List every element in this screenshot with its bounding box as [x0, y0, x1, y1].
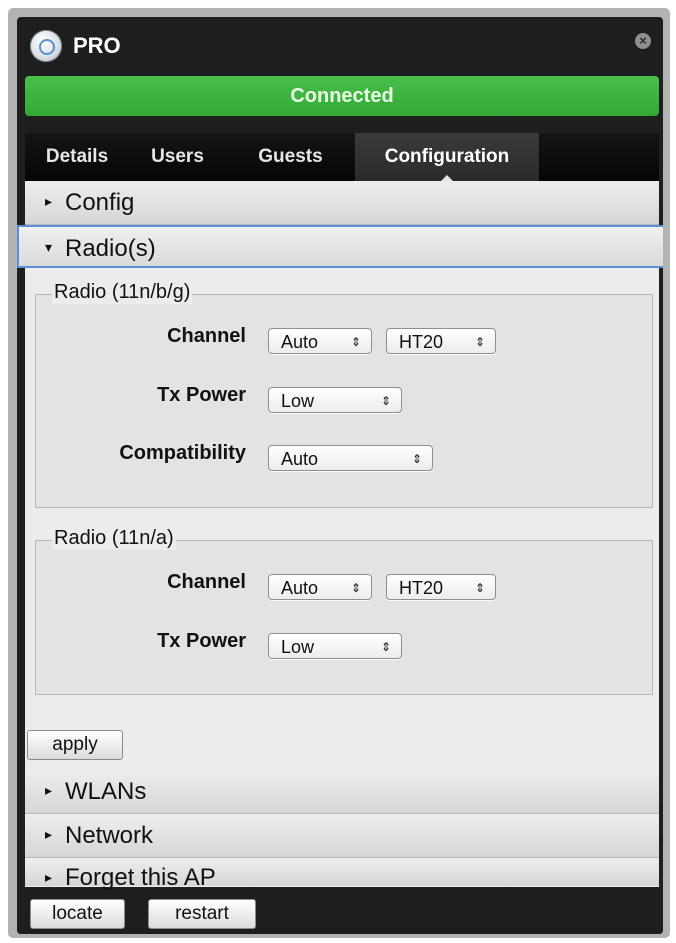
- expand-arrow-icon: ▸: [45, 782, 53, 799]
- compatibility-select-value: Auto: [281, 449, 319, 469]
- section-wlans-label: WLANs: [65, 778, 147, 805]
- expand-arrow-icon: ▸: [45, 193, 53, 210]
- radio-a-group: Radio (11n/a) Channel Auto ⇕ HT20 ⇕ Tx Pow…: [35, 527, 653, 695]
- channel-select-value: Auto: [281, 332, 319, 352]
- channel-label: Channel: [167, 571, 246, 593]
- stepper-icon: ⇕: [411, 452, 422, 466]
- tab-configuration[interactable]: Configuration: [355, 133, 539, 182]
- connection-status-bar: Connected: [25, 76, 659, 116]
- stepper-icon: ⇕: [474, 335, 485, 349]
- tab-users[interactable]: Users: [129, 133, 226, 181]
- channel-select-value: Auto: [281, 578, 319, 598]
- ubiquiti-logo-icon: [30, 30, 62, 62]
- device-name: PRO: [73, 33, 121, 58]
- stepper-icon: ⇕: [474, 581, 485, 595]
- stepper-icon: ⇕: [380, 640, 391, 654]
- tab-details[interactable]: Details: [25, 133, 129, 181]
- radio-a-legend: Radio (11n/a): [52, 527, 176, 550]
- tx-power-select[interactable]: Low ⇕: [268, 387, 402, 413]
- section-network[interactable]: ▸ Network: [25, 814, 659, 858]
- channel-width-select[interactable]: HT20 ⇕: [386, 328, 496, 354]
- tab-bar: Details Users Guests Configuration: [25, 133, 659, 182]
- channel-select[interactable]: Auto ⇕: [268, 574, 372, 600]
- channel-width-select-value: HT20: [399, 332, 444, 352]
- collapse-arrow-icon: ▾: [45, 239, 53, 256]
- section-config-label: Config: [65, 189, 135, 216]
- device-panel: PRO × Connected Details Users Guests Con…: [17, 17, 663, 934]
- close-icon[interactable]: ×: [635, 33, 651, 49]
- configuration-panel: ▸ Config ▾ Radio(s) Radio (11n/b/g) Channe…: [17, 181, 663, 891]
- tx-power-select-value: Low: [281, 391, 315, 411]
- tx-power-select-value: Low: [281, 637, 315, 657]
- compatibility-select[interactable]: Auto ⇕: [268, 445, 433, 471]
- section-radios[interactable]: ▾ Radio(s): [17, 225, 663, 268]
- expand-arrow-icon: ▸: [45, 826, 53, 843]
- channel-select[interactable]: Auto ⇕: [268, 328, 372, 354]
- tx-power-label: Tx Power: [157, 384, 246, 406]
- section-radios-label: Radio(s): [65, 235, 156, 262]
- stepper-icon: ⇕: [350, 581, 361, 595]
- title-bar: PRO ×: [17, 17, 663, 75]
- section-network-label: Network: [65, 822, 154, 849]
- channel-label: Channel: [167, 325, 246, 347]
- tab-guests[interactable]: Guests: [226, 133, 355, 181]
- channel-width-select-value: HT20: [399, 578, 444, 598]
- radio-bg-group: Radio (11n/b/g) Channel Auto ⇕ HT20 ⇕ Tx P…: [35, 281, 653, 508]
- stepper-icon: ⇕: [380, 394, 391, 408]
- stepper-icon: ⇕: [350, 335, 361, 349]
- section-forget-ap-label: Forget this AP: [65, 864, 216, 891]
- apply-button[interactable]: apply: [27, 730, 123, 760]
- locate-button[interactable]: locate: [30, 899, 125, 929]
- radio-bg-legend: Radio (11n/b/g): [52, 281, 193, 304]
- restart-button[interactable]: restart: [148, 899, 256, 929]
- section-forget-ap[interactable]: ▸ Forget this AP: [25, 858, 659, 891]
- compatibility-label: Compatibility: [119, 442, 246, 464]
- footer-bar: locate restart: [17, 891, 663, 934]
- tx-power-select[interactable]: Low ⇕: [268, 633, 402, 659]
- section-config[interactable]: ▸ Config: [25, 181, 659, 225]
- section-wlans[interactable]: ▸ WLANs: [25, 770, 659, 814]
- channel-width-select[interactable]: HT20 ⇕: [386, 574, 496, 600]
- tx-power-label: Tx Power: [157, 630, 246, 652]
